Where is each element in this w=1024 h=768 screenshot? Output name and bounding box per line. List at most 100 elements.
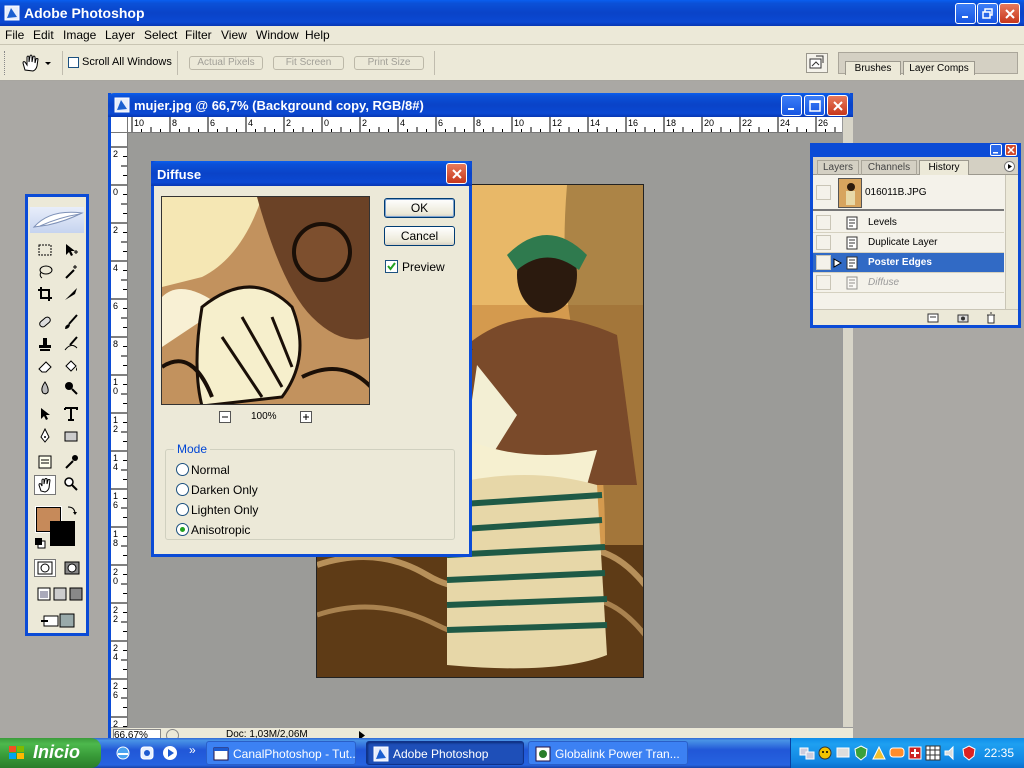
pen-tool-icon[interactable] (36, 427, 54, 445)
tray-security-icon[interactable] (961, 745, 977, 761)
swap-colors-icon[interactable] (66, 504, 78, 516)
clone-stamp-tool-icon[interactable] (36, 335, 54, 353)
doc-minimize-button[interactable] (781, 95, 802, 116)
tab-history[interactable]: History (919, 160, 969, 176)
preview-checkbox[interactable] (385, 260, 398, 273)
tab-channels[interactable]: Channels (861, 160, 917, 175)
palette-menu-icon[interactable] (1004, 161, 1015, 172)
mode-anisotropic-radio[interactable] (176, 523, 189, 536)
history-scrollbar[interactable] (1005, 175, 1018, 309)
filter-preview[interactable] (161, 196, 370, 405)
zoom-out-button[interactable] (219, 411, 231, 423)
gripper[interactable] (4, 51, 7, 75)
clock[interactable]: 22:35 (984, 746, 1014, 760)
rectangle-tool-icon[interactable] (62, 427, 80, 445)
history-step-undone[interactable]: Diffuse (813, 273, 1004, 293)
top-ruler[interactable]: 10 8 6 4 2 0 2 4 6 8 10 12 14 16 18 20 22 24 26 (128, 117, 842, 133)
lasso-tool-icon[interactable] (36, 263, 54, 281)
menu-edit[interactable]: Edit (33, 28, 54, 42)
new-snapshot-icon[interactable] (957, 312, 969, 324)
actual-pixels-button[interactable]: Actual Pixels (189, 56, 263, 70)
menu-window[interactable]: Window (256, 28, 299, 42)
tray-grid-icon[interactable] (925, 745, 941, 761)
left-ruler[interactable]: 20246810121416182022242628 (111, 133, 128, 733)
zoom-tool-icon[interactable] (62, 475, 80, 493)
minimize-button[interactable] (955, 3, 976, 24)
start-button[interactable]: Inicio (0, 738, 101, 768)
well-tab-brushes[interactable]: Brushes (845, 61, 901, 75)
ok-button[interactable]: OK (384, 198, 455, 218)
magic-wand-tool-icon[interactable] (62, 263, 80, 281)
menu-filter[interactable]: Filter (185, 28, 212, 42)
feather-logo[interactable] (30, 207, 84, 233)
new-document-from-state-icon[interactable] (927, 312, 939, 324)
tray-messenger-icon[interactable] (817, 745, 833, 761)
history-step-current[interactable]: Poster Edges (813, 253, 1004, 273)
menu-select[interactable]: Select (144, 28, 177, 42)
palette-minimize-button[interactable] (990, 144, 1002, 156)
menu-view[interactable]: View (221, 28, 247, 42)
path-selection-tool-icon[interactable] (36, 405, 54, 423)
step-eye[interactable] (816, 255, 831, 270)
history-state-slider-icon[interactable] (833, 258, 842, 268)
blur-tool-icon[interactable] (36, 379, 54, 397)
tray-app-icon[interactable] (907, 745, 923, 761)
dialog-title-bar[interactable]: Diffuse (151, 161, 472, 186)
scroll-all-windows-checkbox[interactable] (68, 57, 79, 68)
tray-update-icon[interactable] (871, 745, 887, 761)
history-brush-tool-icon[interactable] (62, 335, 80, 353)
menu-layer[interactable]: Layer (105, 28, 135, 42)
background-color-swatch[interactable] (50, 521, 75, 546)
fit-screen-button[interactable]: Fit Screen (273, 56, 344, 70)
well-tab-layer-comps[interactable]: Layer Comps (903, 61, 975, 75)
move-tool-icon[interactable] (62, 241, 80, 259)
mode-lighten-only-radio[interactable] (176, 503, 189, 516)
tray-chat-icon[interactable] (889, 745, 905, 761)
menu-image[interactable]: Image (63, 28, 96, 42)
quick-launch-media-icon[interactable] (162, 745, 178, 761)
dodge-tool-icon[interactable] (62, 379, 80, 397)
jump-to-imageready-icon[interactable] (38, 611, 78, 629)
quick-launch-chevron[interactable]: » (189, 743, 196, 757)
type-tool-icon[interactable] (62, 405, 80, 423)
history-step[interactable]: Duplicate Layer (813, 233, 1004, 253)
tab-layers[interactable]: Layers (817, 160, 859, 175)
app-title-bar[interactable]: Adobe Photoshop (0, 0, 1024, 26)
full-screen-mode-icon[interactable] (67, 585, 85, 603)
restore-button[interactable] (977, 3, 998, 24)
crop-tool-icon[interactable] (36, 285, 54, 303)
tray-volume-icon[interactable] (943, 745, 959, 761)
close-button[interactable] (999, 3, 1020, 24)
step-eye[interactable] (816, 275, 831, 290)
standard-mode-icon[interactable] (34, 559, 56, 577)
healing-brush-tool-icon[interactable] (36, 313, 54, 331)
hand-tool-preset-icon[interactable] (20, 53, 54, 73)
default-colors-icon[interactable] (34, 537, 46, 549)
tray-network-icon[interactable] (799, 745, 815, 761)
doc-maximize-button[interactable] (804, 95, 825, 116)
quick-launch-ie-icon[interactable] (115, 745, 131, 761)
eraser-tool-icon[interactable] (36, 357, 54, 375)
delete-state-icon[interactable] (985, 312, 997, 324)
palette-title-bar[interactable] (810, 143, 1021, 157)
taskbar-button-canalphotoshop[interactable]: CanalPhotoshop - Tut... (206, 741, 356, 765)
taskbar-button-globalink[interactable]: Globalink Power Tran... (528, 741, 688, 765)
snapshot-eye[interactable] (816, 185, 831, 200)
print-size-button[interactable]: Print Size (354, 56, 424, 70)
tray-antivirus-icon[interactable] (853, 745, 869, 761)
quick-mask-mode-icon[interactable] (61, 559, 83, 577)
menu-file[interactable]: File (5, 28, 24, 42)
taskbar-button-photoshop[interactable]: Adobe Photoshop (366, 741, 524, 765)
hand-tool-icon[interactable] (34, 475, 56, 495)
history-step[interactable]: Levels (813, 213, 1004, 233)
brush-tool-icon[interactable] (62, 313, 80, 331)
marquee-tool-icon[interactable] (36, 241, 54, 259)
document-title-bar[interactable]: mujer.jpg @ 66,7% (Background copy, RGB/… (108, 93, 853, 117)
slice-tool-icon[interactable] (62, 285, 80, 303)
doc-close-button[interactable] (827, 95, 848, 116)
cancel-button[interactable]: Cancel (384, 226, 455, 246)
paint-bucket-tool-icon[interactable] (62, 357, 80, 375)
mode-darken-only-radio[interactable] (176, 483, 189, 496)
zoom-in-button[interactable] (300, 411, 312, 423)
step-eye[interactable] (816, 235, 831, 250)
